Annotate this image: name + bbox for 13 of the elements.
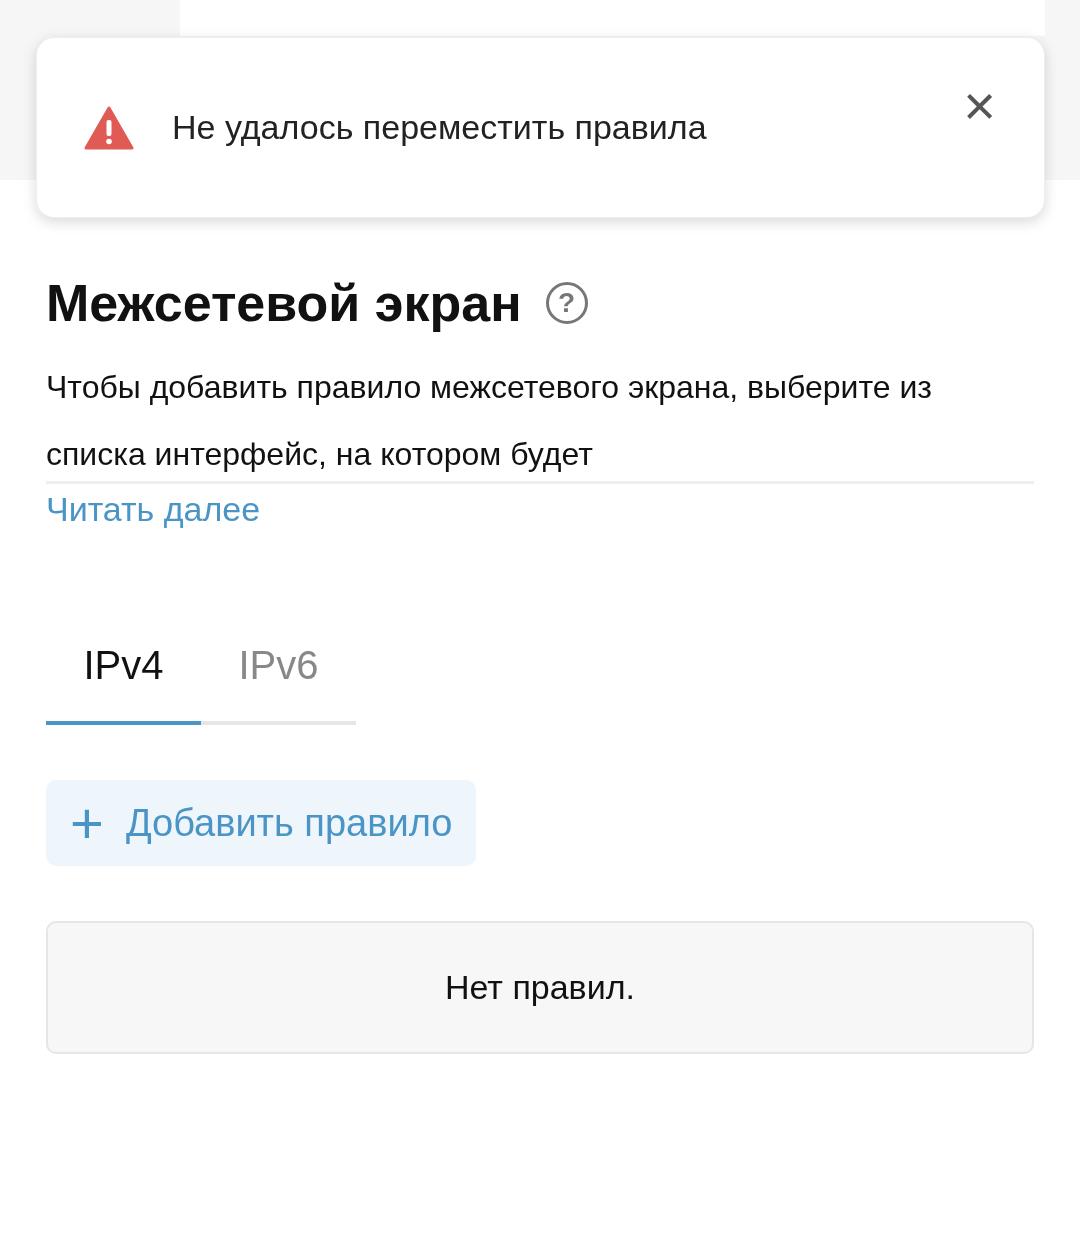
close-button[interactable]: × [957,78,1002,134]
page-title: Межсетевой экран [46,273,522,334]
add-rule-button[interactable]: + Добавить правило [46,780,477,867]
empty-message: Нет правил. [445,967,635,1009]
description-text: Чтобы добавить правило межсетевого экрана, выберите из списка интерфейс, на котором будет [46,354,1034,485]
help-icon[interactable]: ? [545,282,588,325]
plus-icon: + [70,794,104,853]
tab[interactable]: IPv4 [46,627,201,726]
button-label: Добавить правило [125,800,453,846]
warning-icon [84,105,134,150]
read-more-link[interactable]: Читать далее [46,490,261,529]
toast-message: Не удалось переместить правила [172,107,707,148]
tab[interactable]: IPv6 [201,627,356,726]
